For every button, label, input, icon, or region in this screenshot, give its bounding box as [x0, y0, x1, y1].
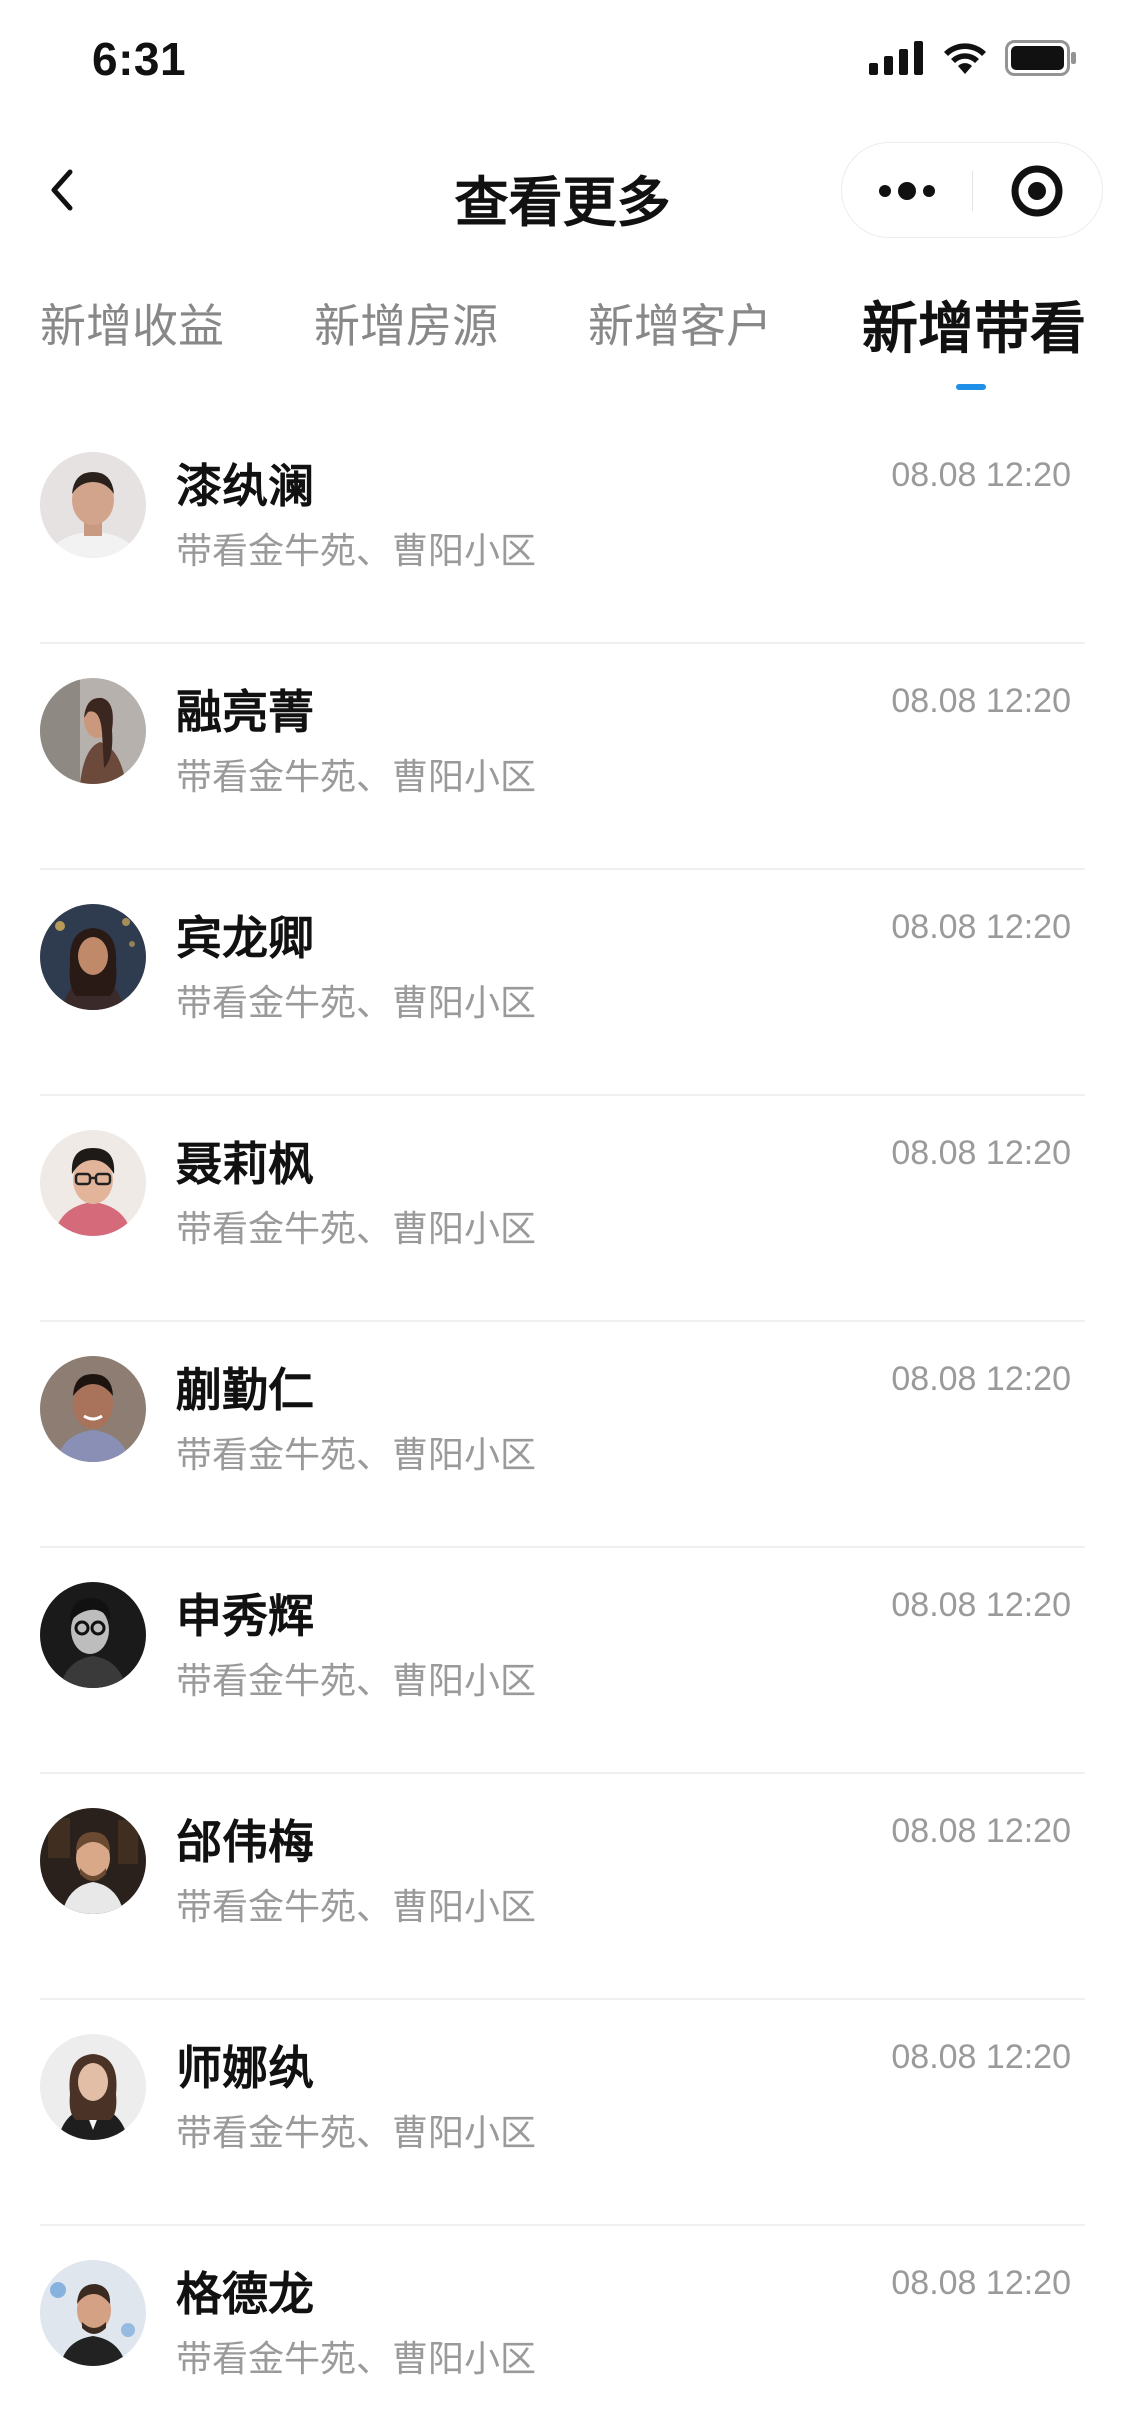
more-button[interactable]	[842, 143, 972, 239]
item-description: 带看金牛苑、曹阳小区	[176, 2339, 537, 2380]
list-item[interactable]: 漆纨澜 带看金牛苑、曹阳小区 08.08 12:20	[0, 418, 1125, 644]
item-time: 08.08 12:20	[891, 682, 1071, 720]
status-icons	[869, 40, 1077, 80]
avatar	[40, 904, 146, 1010]
avatar	[40, 1808, 146, 1914]
list-item[interactable]: 宾龙卿 带看金牛苑、曹阳小区 08.08 12:20	[0, 870, 1125, 1096]
item-name: 融亮菁	[176, 685, 314, 739]
list-item[interactable]: 格德龙 带看金牛苑、曹阳小区 08.08 12:20	[0, 2226, 1125, 2436]
avatar	[40, 1130, 146, 1236]
target-close-icon	[1011, 165, 1063, 217]
item-description: 带看金牛苑、曹阳小区	[176, 1435, 537, 1476]
item-name: 申秀辉	[176, 1589, 314, 1643]
item-description: 带看金牛苑、曹阳小区	[176, 983, 537, 1024]
item-description: 带看金牛苑、曹阳小区	[176, 1887, 537, 1928]
item-name: 漆纨澜	[176, 459, 314, 513]
tab-bar: 新增收益 新增房源 新增客户 新增带看	[0, 290, 1125, 400]
item-description: 带看金牛苑、曹阳小区	[176, 2113, 537, 2154]
mini-program-capsule	[841, 142, 1103, 238]
item-name: 聂莉枫	[176, 1137, 314, 1191]
tab-new-customers[interactable]: 新增客户	[588, 290, 772, 400]
status-bar: 6:31	[0, 0, 1125, 130]
item-time: 08.08 12:20	[891, 1812, 1071, 1850]
tab-new-listings[interactable]: 新增房源	[314, 290, 498, 400]
item-name: 邰伟梅	[176, 1815, 314, 1869]
status-time: 6:31	[92, 33, 187, 85]
avatar	[40, 452, 146, 558]
item-name: 格德龙	[176, 2267, 314, 2321]
item-time: 08.08 12:20	[891, 908, 1071, 946]
item-description: 带看金牛苑、曹阳小区	[176, 1209, 537, 1250]
avatar	[40, 678, 146, 784]
item-time: 08.08 12:20	[891, 1586, 1071, 1624]
avatar	[40, 1582, 146, 1688]
list-item[interactable]: 蒯勤仁 带看金牛苑、曹阳小区 08.08 12:20	[0, 1322, 1125, 1548]
item-name: 蒯勤仁	[176, 1363, 314, 1417]
item-time: 08.08 12:20	[891, 456, 1071, 494]
battery-icon	[1005, 40, 1077, 80]
tab-new-viewings[interactable]: 新增带看	[862, 284, 1086, 394]
viewing-list: 漆纨澜 带看金牛苑、曹阳小区 08.08 12:20 融亮菁 带看金牛苑、曹阳小…	[0, 418, 1125, 2436]
item-description: 带看金牛苑、曹阳小区	[176, 757, 537, 798]
active-tab-indicator	[956, 384, 986, 390]
tab-new-income[interactable]: 新增收益	[40, 290, 224, 400]
list-item[interactable]: 融亮菁 带看金牛苑、曹阳小区 08.08 12:20	[0, 644, 1125, 870]
signal-icon	[869, 41, 925, 79]
item-time: 08.08 12:20	[891, 1134, 1071, 1172]
wifi-icon	[941, 40, 989, 80]
item-name: 宾龙卿	[176, 911, 314, 965]
item-time: 08.08 12:20	[891, 1360, 1071, 1398]
avatar	[40, 2260, 146, 2366]
item-description: 带看金牛苑、曹阳小区	[176, 531, 537, 572]
page: 6:31 查看更多 新增收益 新增房源 新增客户 新增带看 漆纨澜 带看金牛苑、…	[0, 0, 1125, 2436]
list-item[interactable]: 邰伟梅 带看金牛苑、曹阳小区 08.08 12:20	[0, 1774, 1125, 2000]
list-item[interactable]: 师娜纨 带看金牛苑、曹阳小区 08.08 12:20	[0, 2000, 1125, 2226]
avatar	[40, 2034, 146, 2140]
item-time: 08.08 12:20	[891, 2264, 1071, 2302]
close-mini-program-button[interactable]	[972, 143, 1102, 239]
list-item[interactable]: 申秀辉 带看金牛苑、曹阳小区 08.08 12:20	[0, 1548, 1125, 1774]
more-dots-icon	[879, 182, 935, 200]
nav-bar: 查看更多	[0, 130, 1125, 250]
item-description: 带看金牛苑、曹阳小区	[176, 1661, 537, 1702]
item-time: 08.08 12:20	[891, 2038, 1071, 2076]
item-name: 师娜纨	[176, 2041, 314, 2095]
list-item[interactable]: 聂莉枫 带看金牛苑、曹阳小区 08.08 12:20	[0, 1096, 1125, 1322]
avatar	[40, 1356, 146, 1462]
